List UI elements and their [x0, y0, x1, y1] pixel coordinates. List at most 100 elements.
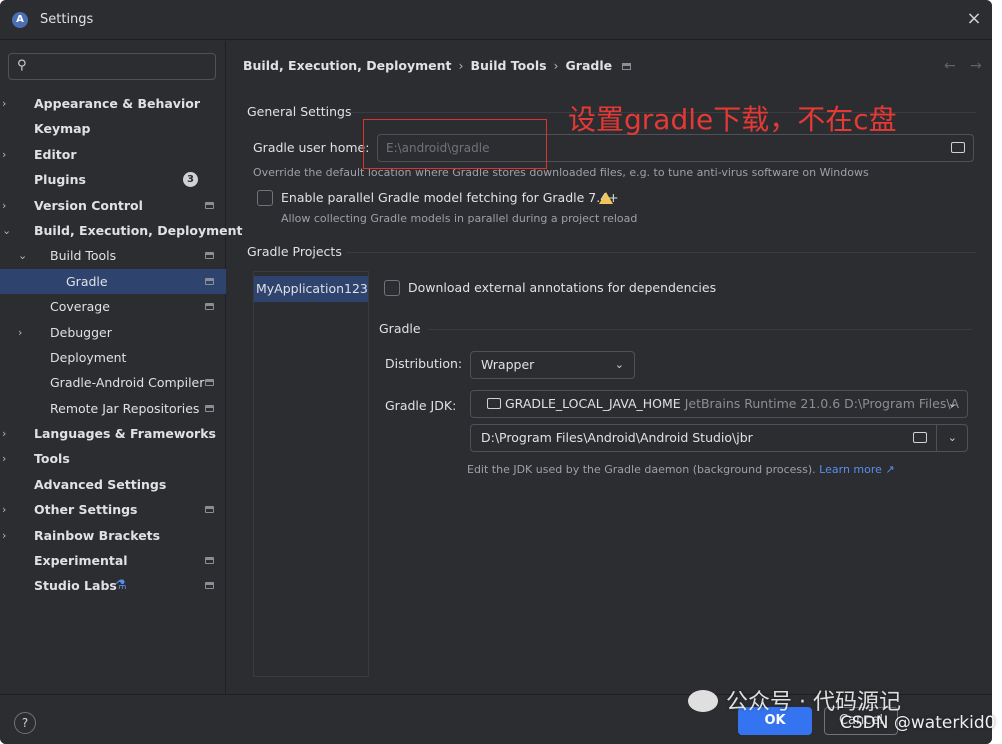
- android-studio-logo-icon: A: [12, 12, 28, 28]
- sidebar-item[interactable]: › Version Control: [0, 193, 226, 218]
- sidebar-item-label: Build, Execution, Deployment: [34, 222, 243, 238]
- sidebar-item-label: Keymap: [34, 121, 91, 137]
- sidebar-item[interactable]: › Languages & Frameworks: [0, 421, 226, 446]
- sidebar-item-label: Plugins: [34, 172, 86, 188]
- distribution-label: Distribution:: [385, 356, 463, 371]
- parallel-fetch-label: Enable parallel Gradle model fetching fo…: [281, 190, 619, 205]
- sidebar-item[interactable]: ⌄ Build, Execution, Deployment: [0, 218, 242, 243]
- parallel-fetch-hint: Allow collecting Gradle models in parall…: [281, 212, 638, 225]
- back-arrow-icon[interactable]: ←: [944, 58, 956, 74]
- project-level-icon: [205, 557, 214, 565]
- settings-sidebar: ⚲ › Appearance & Behavior Keymap › Editor Plu…: [0, 41, 242, 694]
- projects-list: MyApplication123: [253, 271, 369, 677]
- breadcrumb-item[interactable]: Build, Execution, Deployment: [243, 58, 451, 73]
- sidebar-item-label: Debugger: [50, 324, 112, 340]
- project-level-icon: [205, 404, 214, 412]
- sidebar-item[interactable]: Experimental: [0, 548, 226, 573]
- sidebar-item[interactable]: Gradle: [0, 268, 226, 295]
- chevron-right-icon[interactable]: ›: [2, 523, 14, 548]
- field-divider: [936, 425, 937, 451]
- breadcrumb-item: Gradle: [565, 58, 613, 73]
- sidebar-item-label: Other Settings: [34, 502, 138, 518]
- breadcrumb-separator-icon: ›: [458, 58, 464, 73]
- help-button[interactable]: ?: [14, 712, 36, 734]
- breadcrumb-item[interactable]: Build Tools: [470, 58, 546, 73]
- sidebar-item-label: Tools: [34, 451, 70, 467]
- update-count-badge: 3: [183, 172, 198, 188]
- gradle-section-title: Gradle: [379, 321, 421, 336]
- chevron-right-icon[interactable]: ›: [2, 142, 14, 167]
- warning-icon: [599, 192, 613, 204]
- sidebar-item[interactable]: Keymap: [0, 116, 226, 141]
- chevron-right-icon[interactable]: ›: [2, 497, 14, 522]
- chevron-right-icon[interactable]: ›: [18, 320, 30, 345]
- forward-arrow-icon[interactable]: →: [970, 58, 982, 74]
- section-divider: [346, 252, 976, 253]
- project-level-icon: [205, 201, 214, 209]
- title-bar: A Settings ×: [0, 0, 992, 40]
- project-item[interactable]: MyApplication123: [254, 276, 368, 302]
- sidebar-item[interactable]: › Rainbow Brackets: [0, 523, 226, 548]
- chevron-right-icon[interactable]: ›: [2, 91, 14, 116]
- chevron-down-icon: ⌄: [947, 397, 957, 410]
- sidebar-item-label: Advanced Settings: [34, 476, 167, 492]
- sidebar-item-label: Build Tools: [50, 248, 117, 264]
- jdk-path-field[interactable]: D:\Program Files\Android\Android Studio\…: [470, 424, 968, 452]
- section-divider: [428, 329, 972, 330]
- sidebar-item[interactable]: ⌄ Build Tools: [0, 243, 226, 268]
- sidebar-item[interactable]: › Tools: [0, 446, 226, 471]
- sidebar-item-label: Gradle-Android Compiler: [50, 375, 205, 391]
- jdk-hint-text: Edit the JDK used by the Gradle daemon (…: [467, 463, 816, 476]
- sidebar-item-label: Coverage: [50, 299, 110, 315]
- project-level-icon: [205, 303, 214, 311]
- sidebar-item[interactable]: Remote Jar Repositories: [0, 396, 226, 421]
- sidebar-item[interactable]: Gradle-Android Compiler: [0, 370, 226, 395]
- chevron-right-icon[interactable]: ›: [2, 446, 14, 471]
- wechat-watermark-text: 公众号 · 代码源记: [726, 690, 901, 715]
- sidebar-item-label: Remote Jar Repositories: [50, 400, 200, 416]
- general-settings-title: General Settings: [247, 104, 352, 119]
- sidebar-item-label: Rainbow Brackets: [34, 527, 161, 543]
- close-button[interactable]: ×: [962, 8, 986, 32]
- sidebar-item[interactable]: › Debugger: [0, 320, 226, 345]
- sidebar-item-label: Version Control: [34, 197, 143, 213]
- sidebar-item[interactable]: Advanced Settings: [0, 472, 226, 497]
- csdn-watermark: CSDN @waterkid0: [840, 713, 996, 733]
- settings-search[interactable]: ⚲: [8, 53, 216, 80]
- annotation-text: 设置gradle下载，不在c盘: [568, 103, 897, 136]
- chevron-down-icon[interactable]: ⌄: [18, 243, 30, 268]
- jdk-name: GRADLE_LOCAL_JAVA_HOME: [505, 396, 681, 411]
- annotation-highlight-box: [363, 119, 547, 169]
- folder-icon[interactable]: [951, 142, 965, 153]
- project-level-icon: [205, 582, 214, 590]
- breadcrumb: Build, Execution, Deployment › Build Tools…: [243, 58, 632, 73]
- sidebar-item[interactable]: Deployment: [0, 345, 226, 370]
- jdk-folder-icon: [487, 398, 501, 409]
- chevron-down-icon[interactable]: ⌄: [948, 425, 957, 451]
- search-icon: ⚲: [17, 58, 27, 73]
- sidebar-item-label: Studio Labs: [34, 578, 117, 594]
- folder-icon[interactable]: [913, 432, 927, 443]
- distribution-dropdown[interactable]: Wrapper ⌄: [470, 351, 635, 379]
- sidebar-item[interactable]: Studio Labs ⚗: [0, 573, 226, 598]
- jdk-path-value: D:\Program Files\Android\Android Studio\…: [481, 430, 753, 445]
- gradle-jdk-dropdown[interactable]: GRADLE_LOCAL_JAVA_HOME JetBrains Runtime…: [470, 390, 968, 418]
- gradle-user-home-label: Gradle user home:: [253, 140, 370, 155]
- learn-more-link[interactable]: Learn more ↗: [819, 463, 894, 476]
- flask-icon: ⚗: [115, 578, 127, 594]
- download-annotations-checkbox[interactable]: [384, 280, 400, 296]
- wechat-watermark: 公众号 · 代码源记: [688, 684, 901, 716]
- wechat-icon: [688, 690, 718, 712]
- chevron-right-icon[interactable]: ›: [2, 421, 14, 446]
- sidebar-item[interactable]: Plugins 3: [0, 167, 226, 192]
- search-input[interactable]: [37, 58, 207, 76]
- sidebar-item[interactable]: Coverage: [0, 294, 226, 319]
- sidebar-item[interactable]: › Other Settings: [0, 497, 226, 522]
- chevron-down-icon[interactable]: ⌄: [2, 218, 14, 243]
- sidebar-item[interactable]: › Appearance & Behavior: [0, 91, 226, 116]
- sidebar-item-label: Experimental: [34, 553, 128, 569]
- parallel-fetch-checkbox[interactable]: [257, 190, 273, 206]
- sidebar-item[interactable]: › Editor: [0, 142, 226, 167]
- chevron-right-icon[interactable]: ›: [2, 193, 14, 218]
- project-level-icon: [205, 379, 214, 387]
